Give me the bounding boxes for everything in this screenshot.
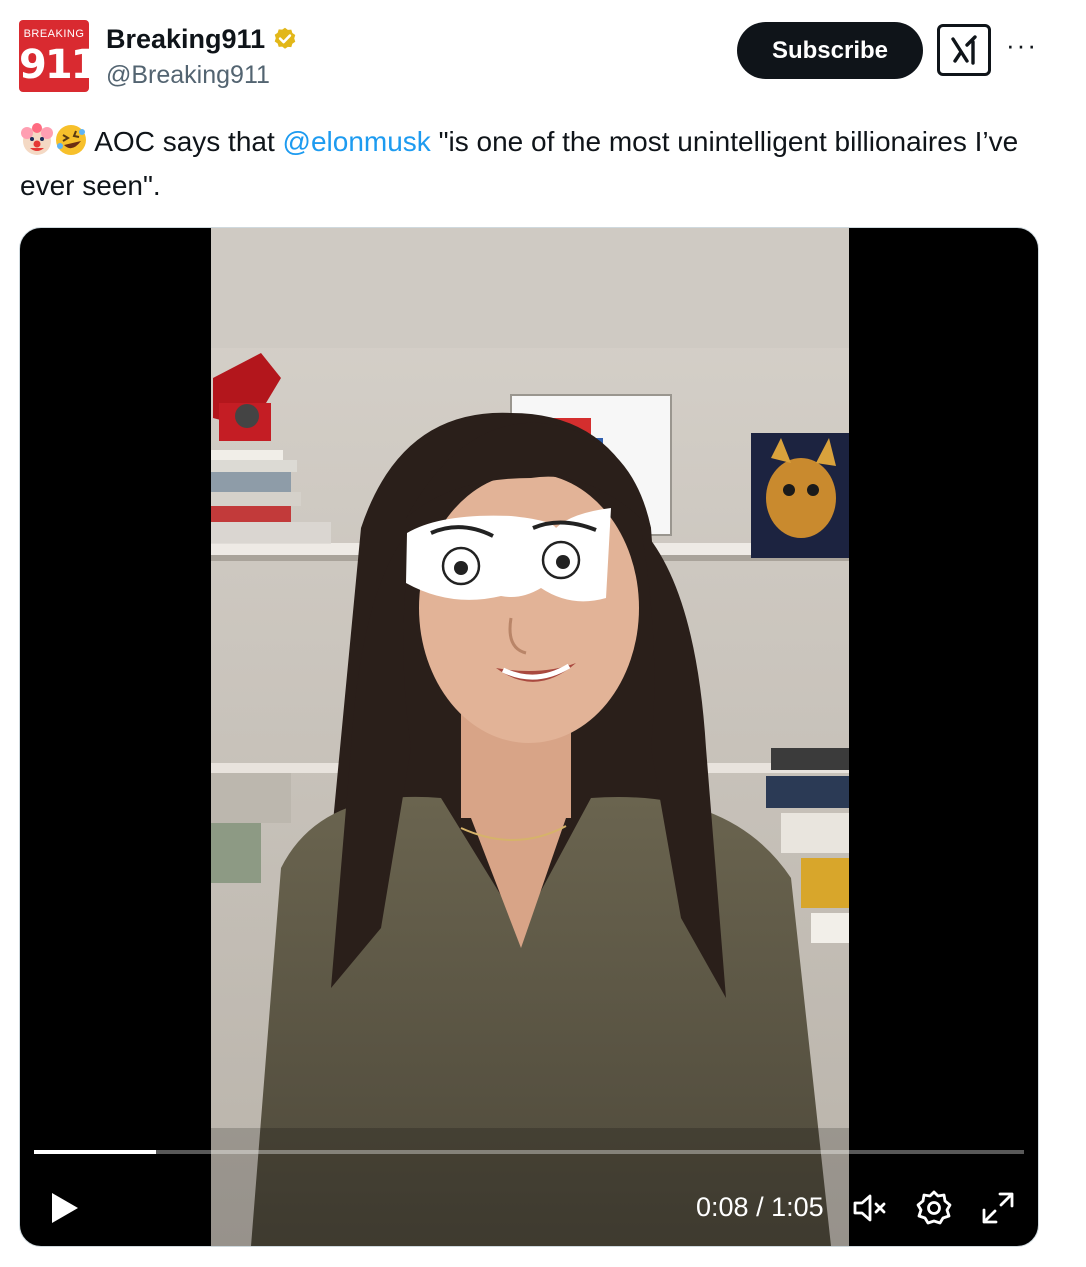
tweet-text: AOC says that @elonmusk "is one of the m… bbox=[20, 120, 1050, 208]
grok-icon[interactable] bbox=[937, 24, 991, 76]
video-progress-bar[interactable] bbox=[34, 1150, 1024, 1154]
time-separator: / bbox=[748, 1192, 772, 1222]
avatar-label-breaking: BREAKING bbox=[23, 28, 85, 40]
subscribe-button[interactable]: Subscribe bbox=[737, 22, 923, 79]
fullscreen-icon[interactable] bbox=[978, 1188, 1018, 1228]
gear-icon[interactable] bbox=[914, 1188, 954, 1228]
clown-face-emoji-icon bbox=[20, 123, 54, 157]
author-handle[interactable]: @Breaking911 bbox=[106, 61, 270, 90]
video-time: 0:08 / 1:05 bbox=[696, 1192, 824, 1223]
author-display-name[interactable]: Breaking911 bbox=[106, 24, 265, 55]
video-frame[interactable] bbox=[211, 228, 849, 1246]
tweet-text-part-1: AOC says that bbox=[88, 126, 283, 157]
more-options-icon[interactable]: ··· bbox=[1006, 30, 1038, 61]
verified-badge-icon bbox=[271, 26, 299, 54]
video-progress-fill bbox=[34, 1150, 156, 1154]
author-name-row[interactable]: Breaking911 bbox=[106, 24, 299, 55]
current-time: 0:08 bbox=[696, 1192, 749, 1222]
muted-speaker-icon[interactable] bbox=[850, 1188, 890, 1228]
avatar-label-number: 911 bbox=[19, 42, 89, 88]
avatar[interactable]: BREAKING 911 bbox=[19, 20, 89, 92]
mention-link[interactable]: @elonmusk bbox=[283, 126, 431, 157]
duration: 1:05 bbox=[771, 1192, 824, 1222]
video-player[interactable]: 0:08 / 1:05 bbox=[19, 227, 1039, 1247]
rolling-laughing-emoji-icon bbox=[54, 123, 88, 157]
play-icon[interactable] bbox=[44, 1188, 84, 1228]
